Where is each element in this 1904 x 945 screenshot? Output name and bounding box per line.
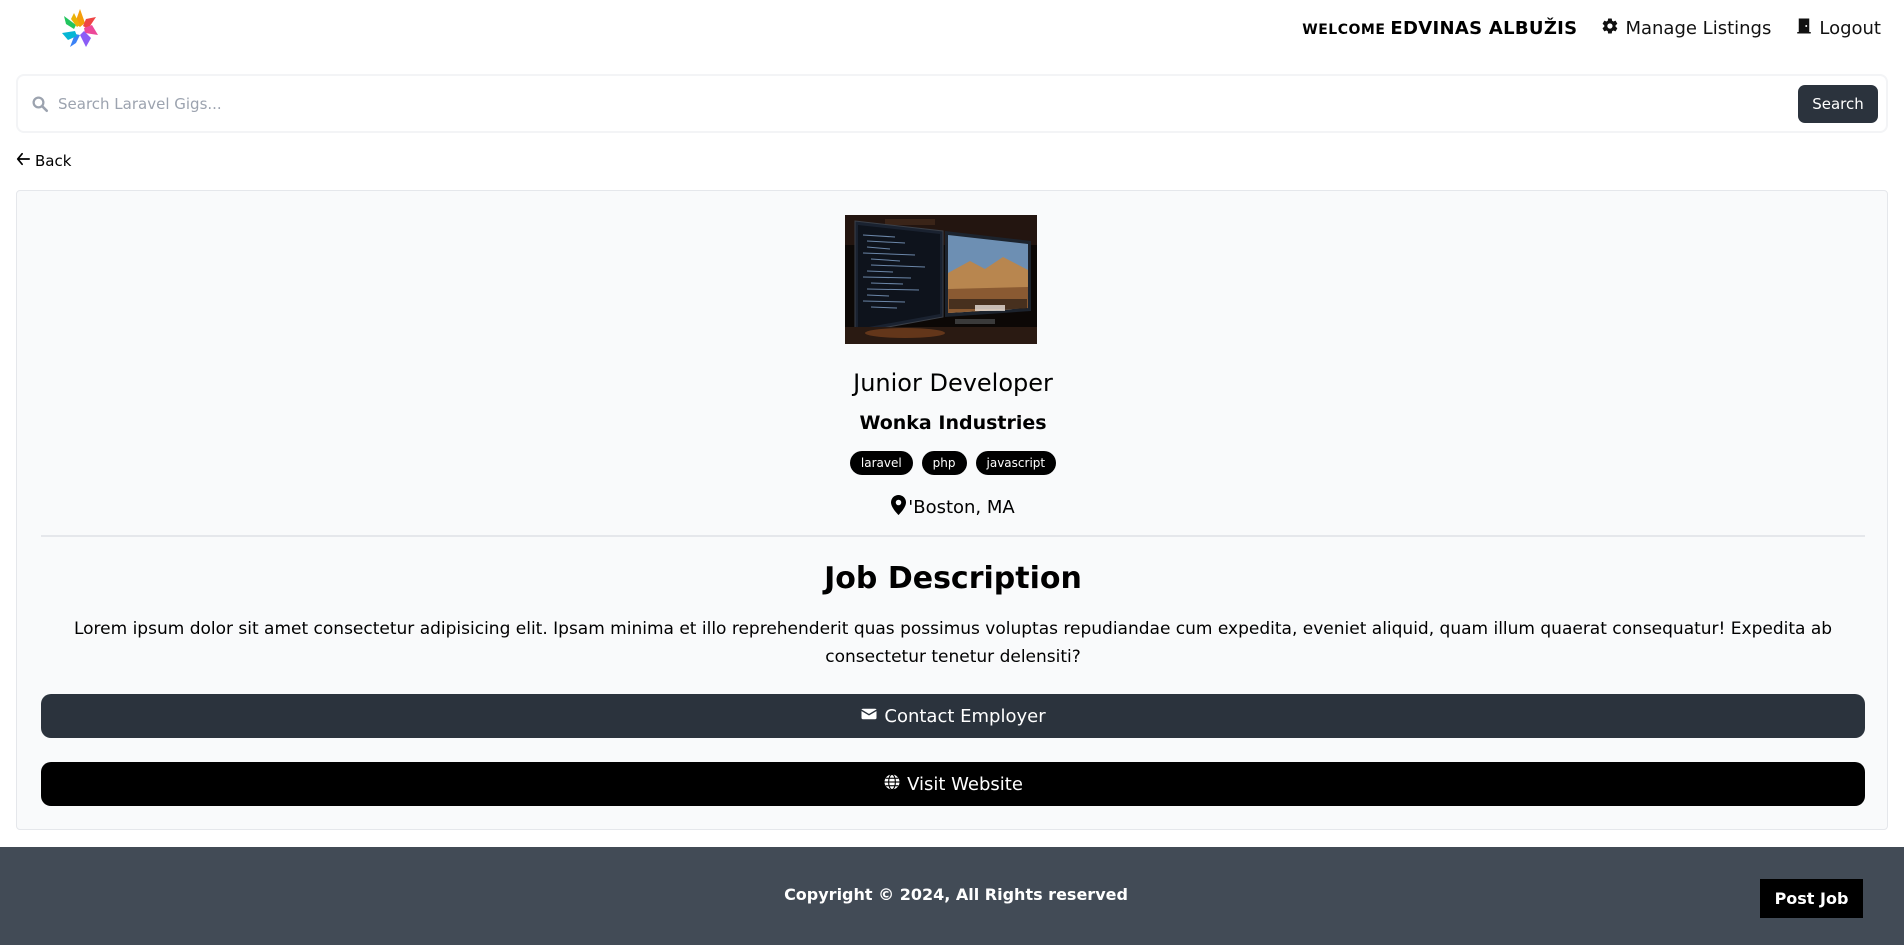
logout-link[interactable]: Logout: [1795, 17, 1881, 40]
footer: Copyright © 2024, All Rights reserved Po…: [0, 847, 1904, 945]
arrow-left-icon: [16, 152, 30, 170]
description-heading: Job Description: [824, 561, 1082, 596]
contact-employer-label: Contact Employer: [884, 705, 1046, 727]
search-icon: [31, 95, 49, 113]
post-job-button[interactable]: Post Job: [1760, 879, 1863, 918]
tag-list: laravel php javascript: [17, 451, 1889, 475]
visit-website-button[interactable]: Visit Website: [41, 762, 1865, 806]
listing-card: Junior Developer Wonka Industries larave…: [16, 190, 1888, 830]
search-bar: Search: [16, 74, 1888, 133]
manage-listings-label: Manage Listings: [1625, 17, 1772, 39]
door-icon: [1795, 17, 1813, 40]
user-name: EDVINAS ALBUŽIS: [1390, 17, 1578, 39]
visit-website-label: Visit Website: [907, 773, 1023, 795]
map-pin-icon: [891, 495, 907, 520]
welcome-label: WELCOME: [1302, 21, 1386, 38]
job-title: Junior Developer: [853, 369, 1053, 397]
manage-listings-link[interactable]: Manage Listings: [1601, 17, 1771, 40]
divider: [41, 535, 1865, 537]
contact-employer-button[interactable]: Contact Employer: [41, 694, 1865, 738]
tag-javascript[interactable]: javascript: [975, 451, 1057, 475]
globe-icon: [883, 773, 901, 796]
description-text: Lorem ipsum dolor sit amet consectetur a…: [73, 619, 1833, 667]
tag-php[interactable]: php: [921, 451, 967, 475]
listing-image: [845, 215, 1037, 344]
location: 'Boston, MA: [17, 495, 1889, 520]
gear-icon: [1601, 17, 1619, 40]
location-text: 'Boston, MA: [908, 497, 1015, 518]
company-name: Wonka Industries: [859, 412, 1047, 434]
welcome-text: WELCOME EDVINAS ALBUŽIS: [1302, 18, 1577, 39]
navbar: WELCOME EDVINAS ALBUŽIS Manage Listings …: [0, 0, 1904, 58]
logout-label: Logout: [1819, 17, 1881, 39]
copyright-text: Copyright © 2024, All Rights reserved: [784, 885, 1128, 904]
envelope-icon: [860, 705, 878, 728]
back-link[interactable]: Back: [16, 152, 71, 170]
tag-laravel[interactable]: laravel: [849, 451, 913, 475]
logo-icon[interactable]: [58, 7, 102, 51]
search-input[interactable]: [58, 88, 1798, 120]
back-label: Back: [35, 152, 72, 170]
search-button[interactable]: Search: [1798, 85, 1878, 123]
